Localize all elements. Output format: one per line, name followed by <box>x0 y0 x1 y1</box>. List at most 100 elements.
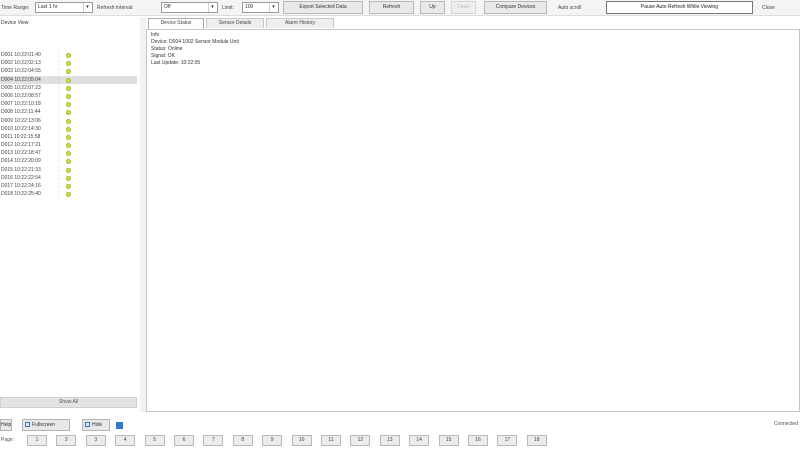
export-selected-button[interactable]: Export Selected Data <box>283 1 363 14</box>
page-number-button[interactable]: 2 <box>56 435 77 446</box>
show-all-button[interactable]: Show All <box>0 397 137 408</box>
status-dot-icon <box>66 151 71 157</box>
status-dot-icon <box>66 184 71 189</box>
device-list-item[interactable]: D018 10:22:25:40 ⋮ <box>0 190 137 198</box>
down-button[interactable]: Down <box>451 1 476 14</box>
status-dot-icon <box>66 167 71 173</box>
status-dot-icon <box>66 110 71 116</box>
page-number-button[interactable]: 4 <box>115 435 136 446</box>
status-dot-icon <box>66 85 71 91</box>
fullscreen-icon <box>25 422 30 427</box>
more-options-icon[interactable]: ⋮ <box>56 174 61 182</box>
device-list-item[interactable]: D002 10:22:02:13 ⋮ <box>0 59 137 67</box>
device-label: D015 10:22:21:33 <box>1 166 41 173</box>
page-number-button[interactable]: 17 <box>497 435 518 446</box>
more-options-icon[interactable]: ⋮ <box>56 76 61 84</box>
more-options-icon[interactable]: ⋮ <box>56 51 61 59</box>
more-options-icon[interactable]: ⋮ <box>56 166 61 174</box>
device-list-item[interactable]: D016 10:22:22:54 ⋮ <box>0 174 137 182</box>
more-options-icon[interactable]: ⋮ <box>56 133 61 141</box>
limit-select[interactable]: 100 ▾ <box>242 2 279 13</box>
device-label: D005 10:22:07:23 <box>1 84 41 91</box>
page-number-button[interactable]: 15 <box>438 435 459 446</box>
page-number-button[interactable]: 10 <box>291 435 312 446</box>
refresh-interval-select[interactable]: Off ▾ <box>161 2 218 13</box>
more-options-icon[interactable]: ⋮ <box>56 100 61 108</box>
device-label: D009 10:22:13:06 <box>1 117 41 124</box>
status-dot-icon <box>66 192 71 198</box>
page-number-button[interactable]: 8 <box>232 435 253 446</box>
more-options-icon[interactable]: ⋮ <box>56 190 61 198</box>
page-number-button[interactable]: 3 <box>85 435 106 446</box>
device-label: D004 10:22:05:04 <box>1 76 41 83</box>
page-number-button[interactable]: 18 <box>526 435 547 446</box>
device-list-item[interactable]: D004 10:22:05:04 ⋮ <box>0 75 137 84</box>
hide-label: Hide <box>92 422 103 428</box>
hide-icon <box>85 422 90 427</box>
page-number-button[interactable]: 6 <box>174 435 194 446</box>
more-options-icon[interactable]: ⋮ <box>56 84 61 92</box>
status-dot-icon <box>66 175 71 181</box>
page-number-button[interactable]: 16 <box>468 435 488 446</box>
device-list-item[interactable]: D007 10:22:10:18 ⋮ <box>0 100 137 108</box>
more-options-icon[interactable]: ⋮ <box>56 149 61 157</box>
device-list-item[interactable]: D015 10:22:21:33 ⋮ <box>0 166 137 174</box>
device-list-item[interactable]: D001 10:22:01:40 ⋮ <box>0 51 137 59</box>
more-options-icon[interactable]: ⋮ <box>56 182 61 190</box>
status-dot-icon <box>66 118 71 124</box>
tab-sensor-details[interactable]: Sensor Details <box>206 18 264 28</box>
chevron-down-icon: ▾ <box>83 3 91 12</box>
device-list-item[interactable]: D012 10:22:17:21 ⋮ <box>0 141 137 149</box>
more-options-icon[interactable]: ⋮ <box>56 67 61 75</box>
more-options-icon[interactable]: ⋮ <box>56 117 61 125</box>
refresh-interval-label: Refresh Interval: <box>97 5 134 11</box>
pause-auto-refresh-button[interactable]: Pause Auto Refresh While Viewing <box>606 1 753 14</box>
device-list-item[interactable]: D010 10:22:14:30 ⋮ <box>0 125 137 133</box>
up-button[interactable]: Up <box>420 1 445 14</box>
time-range-label: Time Range: <box>1 5 30 11</box>
more-options-icon[interactable]: ⋮ <box>56 141 61 149</box>
more-options-icon[interactable]: ⋮ <box>56 92 61 100</box>
device-label: D001 10:22:01:40 <box>1 52 41 58</box>
more-options-icon[interactable]: ⋮ <box>56 108 61 116</box>
help-button[interactable]: Help <box>0 419 12 431</box>
page-number-button[interactable]: 12 <box>350 435 371 446</box>
device-list-item[interactable]: D008 10:22:11:44 ⋮ <box>0 108 137 116</box>
page-number-button[interactable]: 11 <box>321 435 341 446</box>
close-label[interactable]: Close <box>762 4 775 12</box>
device-list-item[interactable]: D013 10:22:18:47 ⋮ <box>0 149 137 157</box>
chevron-down-icon: ▾ <box>208 3 216 12</box>
more-options-icon[interactable]: ⋮ <box>56 125 61 133</box>
device-list-item[interactable]: D011 10:22:15:58 ⋮ <box>0 133 137 141</box>
more-options-icon[interactable]: ⋮ <box>56 157 61 165</box>
device-list-item[interactable]: D009 10:22:13:06 ⋮ <box>0 117 137 125</box>
page-number-button[interactable]: 9 <box>262 435 283 446</box>
detail-panel: Device Status Sensor Details Alarm Histo… <box>146 17 800 412</box>
more-options-icon[interactable]: ⋮ <box>56 59 61 67</box>
device-list-item[interactable]: D005 10:22:07:23 ⋮ <box>0 84 137 92</box>
fullscreen-button[interactable]: Fullscreen <box>22 419 70 431</box>
pagination-bar: Page: 1 2 3 4 5 6 7 8 9 10 11 12 13 14 15 16 17 18 <box>0 434 800 448</box>
time-range-select[interactable]: Last 1 hr ▾ <box>35 2 93 13</box>
page-number-button[interactable]: 7 <box>203 435 224 446</box>
page-number-button[interactable]: 1 <box>27 435 47 446</box>
content-line: Info <box>151 32 160 38</box>
device-list-item[interactable]: D006 10:22:08:57 ⋮ <box>0 92 137 100</box>
device-list-item[interactable]: D003 10:22:04:55 ⋮ <box>0 67 137 75</box>
page-number-button[interactable]: 14 <box>409 435 430 446</box>
page-number-button[interactable]: 13 <box>379 435 400 446</box>
refresh-button[interactable]: Refresh <box>369 1 414 14</box>
limit-label: Limit: <box>222 5 234 11</box>
tab-device-status[interactable]: Device Status <box>148 18 204 29</box>
device-list-item[interactable]: D014 10:22:20:09 ⋮ <box>0 157 137 165</box>
hide-button[interactable]: Hide <box>82 419 110 431</box>
detail-content: Info Device: D004 1002 Sensor Module Unit… <box>146 29 800 412</box>
status-dot-icon <box>66 93 71 99</box>
bottom-controls: Help Fullscreen Hide Connected <box>0 418 800 432</box>
device-label: D007 10:22:10:18 <box>1 101 41 108</box>
device-list-item[interactable]: D017 10:22:24:16 ⋮ <box>0 182 137 190</box>
status-dot-icon <box>66 159 71 165</box>
page-number-button[interactable]: 5 <box>144 435 165 446</box>
tab-alarm-history[interactable]: Alarm History <box>266 18 334 28</box>
compare-devices-button[interactable]: Compare Devices <box>484 1 547 14</box>
